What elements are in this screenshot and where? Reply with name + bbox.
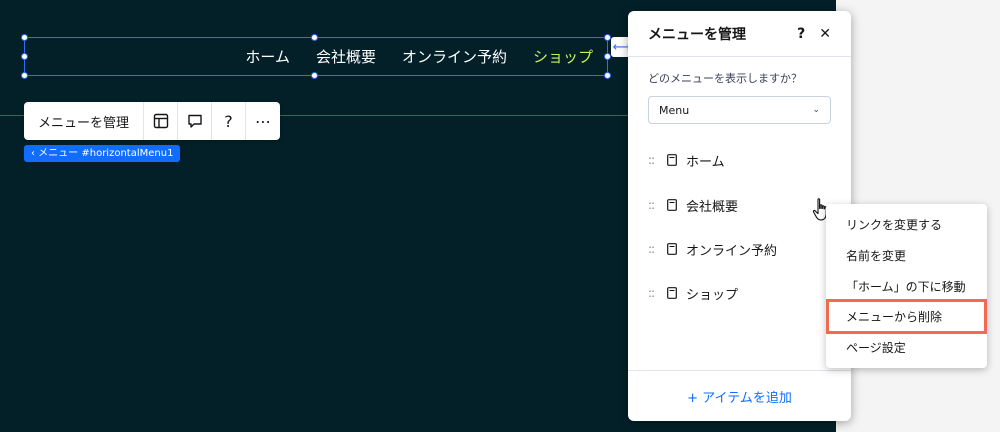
- comment-icon[interactable]: [178, 102, 213, 140]
- menu-item-label: 会社概要: [686, 199, 739, 215]
- manage-menu-button[interactable]: メニューを管理: [24, 102, 145, 140]
- menu-list-item[interactable]: :: オンライン予約: [648, 239, 828, 259]
- page-icon: [662, 199, 682, 211]
- page-icon: [662, 243, 682, 255]
- selected-menu-element[interactable]: ホーム 会社概要 オンライン予約 ショップ: [24, 37, 608, 76]
- menu-item-label: ホーム: [686, 154, 725, 170]
- chevron-down-icon: ⌄: [812, 105, 820, 115]
- page-settings-option[interactable]: ページ設定: [826, 332, 987, 363]
- menu-list-item[interactable]: :: ショップ: [648, 283, 828, 303]
- drag-handle-icon[interactable]: ::: [648, 198, 662, 212]
- page-icon: [662, 154, 682, 166]
- remove-from-menu-option[interactable]: メニューから削除: [826, 299, 987, 334]
- resize-handle[interactable]: [21, 34, 28, 41]
- layout-icon[interactable]: [144, 102, 179, 140]
- close-icon[interactable]: ✕: [819, 26, 831, 42]
- menu-select-dropdown[interactable]: Menu ⌄: [648, 96, 831, 124]
- help-icon[interactable]: ?: [797, 26, 805, 42]
- help-button[interactable]: ?: [212, 102, 247, 140]
- panel-title: メニューを管理: [648, 26, 746, 43]
- item-context-menu: リンクを変更する 名前を変更 「ホーム」の下に移動 メニューから削除 ページ設定: [826, 204, 987, 368]
- resize-handle[interactable]: [604, 72, 611, 79]
- dropdown-value: Menu: [659, 103, 690, 117]
- menu-list-item[interactable]: :: 会社概要: [648, 195, 828, 215]
- drag-handle-icon[interactable]: ::: [648, 242, 662, 256]
- move-under-home-option[interactable]: 「ホーム」の下に移動: [826, 271, 987, 302]
- resize-handle[interactable]: [604, 34, 611, 41]
- more-actions-button[interactable]: ⋯: [246, 102, 280, 140]
- nav-item-booking[interactable]: オンライン予約: [402, 46, 507, 67]
- menu-list-item[interactable]: :: ホーム: [648, 150, 828, 170]
- site-nav: ホーム 会社概要 オンライン予約 ショップ: [245, 38, 593, 75]
- element-breadcrumb-tag[interactable]: ‹ メニュー #horizontalMenu1: [24, 145, 181, 162]
- resize-handle[interactable]: [604, 53, 611, 60]
- drag-handle-icon[interactable]: ::: [648, 153, 662, 167]
- resize-handle[interactable]: [21, 53, 28, 60]
- nav-item-about[interactable]: 会社概要: [316, 46, 376, 67]
- menu-select-label: どのメニューを表示しますか？: [648, 72, 802, 85]
- resize-handle[interactable]: [311, 72, 318, 79]
- rename-option[interactable]: 名前を変更: [826, 240, 987, 271]
- change-link-option[interactable]: リンクを変更する: [826, 209, 987, 240]
- nav-item-home[interactable]: ホーム: [245, 46, 290, 67]
- panel-header: メニューを管理 ? ✕: [628, 11, 851, 57]
- page-icon: [662, 287, 682, 299]
- element-toolbar: メニューを管理 ? ⋯: [24, 102, 280, 140]
- add-item-button[interactable]: + アイテムを追加: [628, 370, 851, 421]
- resize-handle[interactable]: [311, 34, 318, 41]
- nav-item-shop[interactable]: ショップ: [533, 46, 593, 67]
- menu-item-label: ショップ: [686, 287, 739, 303]
- menu-item-label: オンライン予約: [686, 243, 778, 259]
- drag-handle-icon[interactable]: ::: [648, 286, 662, 300]
- resize-handle[interactable]: [21, 72, 28, 79]
